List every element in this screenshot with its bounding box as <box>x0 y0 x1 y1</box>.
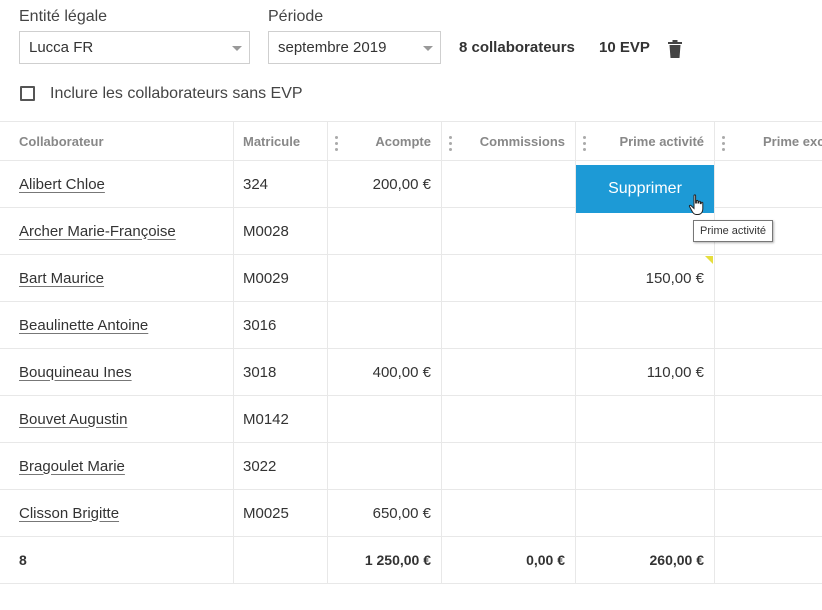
period-label: Période <box>268 8 324 25</box>
header-acompte[interactable]: Acompte <box>328 122 442 160</box>
matricule-cell: 3018 <box>234 349 328 395</box>
employee-link[interactable]: Clisson Brigitte <box>19 505 119 522</box>
period-value: septembre 2019 <box>278 39 387 56</box>
prime-cell[interactable] <box>576 490 715 536</box>
commissions-cell[interactable] <box>442 161 576 207</box>
employee-link[interactable]: Archer Marie-Françoise <box>19 223 176 240</box>
table-row: Bouvet Augustin M0142 <box>0 396 822 443</box>
employee-link[interactable]: Alibert Chloe <box>19 176 105 193</box>
comment-indicator-icon <box>705 256 713 264</box>
chevron-down-icon <box>423 46 433 51</box>
matricule-cell: 3016 <box>234 302 328 348</box>
column-menu-icon[interactable] <box>722 136 725 152</box>
table-footer: 8 1 250,00 € 0,00 € 260,00 € <box>0 537 822 584</box>
prime-cell[interactable] <box>576 302 715 348</box>
column-menu-icon[interactable] <box>335 136 338 152</box>
matricule-cell: M0029 <box>234 255 328 301</box>
commissions-cell[interactable] <box>442 255 576 301</box>
acompte-cell[interactable]: 650,00 € <box>328 490 442 536</box>
entity-label: Entité légale <box>19 8 108 25</box>
employee-link[interactable]: Beaulinette Antoine <box>19 317 148 334</box>
acompte-cell[interactable] <box>328 208 442 254</box>
include-label: Inclure les collaborateurs sans EVP <box>50 85 303 102</box>
matricule-cell: M0142 <box>234 396 328 442</box>
header-prime-exc[interactable]: Prime exc <box>715 122 822 160</box>
prime-cell[interactable]: 110,00 € <box>576 349 715 395</box>
evp-count: 10 EVP <box>599 39 650 56</box>
prime-exc-cell[interactable] <box>715 443 822 489</box>
prime-exc-cell[interactable] <box>715 255 822 301</box>
acompte-cell[interactable] <box>328 255 442 301</box>
employee-link[interactable]: Bouquineau Ines <box>19 364 132 381</box>
entity-select[interactable]: Lucca FR <box>19 31 250 64</box>
entity-value: Lucca FR <box>29 39 94 56</box>
prime-cell[interactable] <box>576 443 715 489</box>
acompte-cell[interactable] <box>328 396 442 442</box>
include-checkbox[interactable] <box>20 86 35 101</box>
trash-icon[interactable] <box>668 40 682 58</box>
prime-exc-cell[interactable] <box>715 396 822 442</box>
table-row: Beaulinette Antoine 3016 <box>0 302 822 349</box>
employee-link[interactable]: Bouvet Augustin <box>19 411 127 428</box>
prime-cell[interactable] <box>576 396 715 442</box>
acompte-cell[interactable] <box>328 443 442 489</box>
matricule-cell: M0025 <box>234 490 328 536</box>
prime-cell[interactable]: 150,00 € <box>576 255 715 301</box>
prime-exc-cell[interactable] <box>715 490 822 536</box>
acompte-cell[interactable]: 200,00 € <box>328 161 442 207</box>
matricule-cell: 324 <box>234 161 328 207</box>
matricule-cell: 3022 <box>234 443 328 489</box>
prime-exc-cell[interactable] <box>715 349 822 395</box>
total-matricule <box>234 537 328 583</box>
column-tooltip: Prime activité <box>693 220 774 242</box>
total-count: 8 <box>0 537 234 583</box>
header-collaborateur[interactable]: Collaborateur <box>0 122 234 160</box>
prime-exc-cell[interactable] <box>715 161 822 207</box>
table-row: Bragoulet Marie 3022 <box>0 443 822 490</box>
commissions-cell[interactable] <box>442 396 576 442</box>
commissions-cell[interactable] <box>442 349 576 395</box>
total-commissions: 0,00 € <box>442 537 576 583</box>
prime-exc-cell[interactable] <box>715 302 822 348</box>
table-row: Bouquineau Ines 3018 400,00 € 110,00 € <box>0 349 822 396</box>
employees-count: 8 collaborateurs <box>459 39 575 56</box>
hand-cursor-icon <box>688 194 704 215</box>
employee-link[interactable]: Bart Maurice <box>19 270 104 287</box>
total-prime: 260,00 € <box>576 537 715 583</box>
table-header: Collaborateur Matricule Acompte Commissi… <box>0 121 822 161</box>
commissions-cell[interactable] <box>442 443 576 489</box>
commissions-cell[interactable] <box>442 208 576 254</box>
header-prime-activite[interactable]: Prime activité <box>576 122 715 160</box>
column-menu-icon[interactable] <box>449 136 452 152</box>
table-row: Bart Maurice M0029 150,00 € <box>0 255 822 302</box>
header-matricule[interactable]: Matricule <box>234 122 328 160</box>
total-prime-exc <box>715 537 822 583</box>
total-acompte: 1 250,00 € <box>328 537 442 583</box>
acompte-cell[interactable]: 400,00 € <box>328 349 442 395</box>
employee-link[interactable]: Bragoulet Marie <box>19 458 125 475</box>
table-row: Clisson Brigitte M0025 650,00 € <box>0 490 822 537</box>
commissions-cell[interactable] <box>442 490 576 536</box>
commissions-cell[interactable] <box>442 302 576 348</box>
acompte-cell[interactable] <box>328 302 442 348</box>
matricule-cell: M0028 <box>234 208 328 254</box>
chevron-down-icon <box>232 46 242 51</box>
header-commissions[interactable]: Commissions <box>442 122 576 160</box>
period-select[interactable]: septembre 2019 <box>268 31 441 64</box>
column-menu-icon[interactable] <box>583 136 586 152</box>
